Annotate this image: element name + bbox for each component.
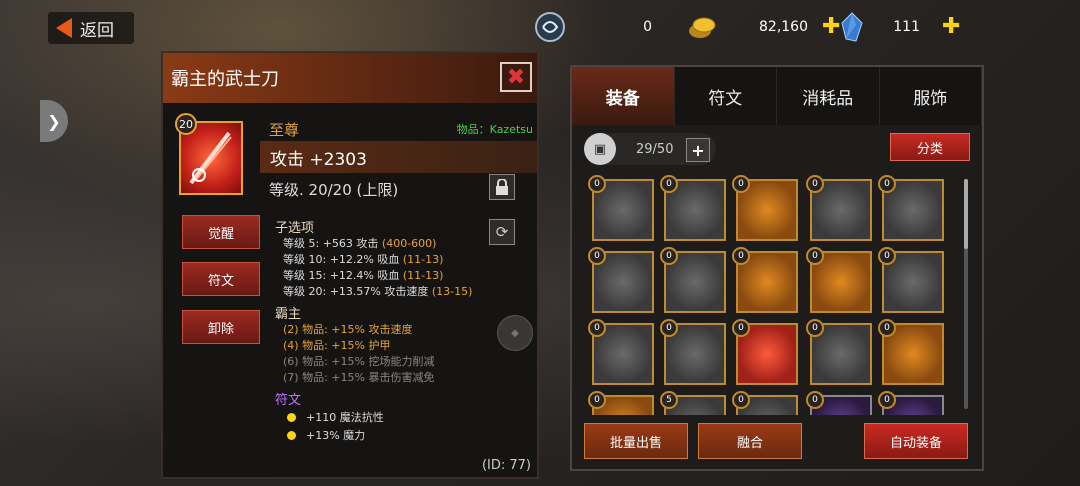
item-detail-panel: 霸主的武士刀 ✖ 20 至尊 物品：Kazetsu 攻击 +2303 等级. 2…: [161, 51, 539, 479]
back-button[interactable]: 返回: [48, 12, 134, 44]
rune-button[interactable]: 符文: [182, 262, 260, 296]
crystal-resource: 111 ✚: [838, 10, 960, 44]
attack-stat: 攻击 +2303: [260, 141, 537, 173]
inventory-slot[interactable]: 0: [732, 391, 798, 415]
inventory-slot[interactable]: 0: [806, 175, 872, 241]
rune-title: 符文: [275, 393, 302, 408]
inventory-slot[interactable]: 5: [660, 391, 726, 415]
soul-orb-resource: 0: [534, 10, 652, 44]
back-arrow-icon: [56, 18, 72, 38]
inventory-slot[interactable]: 0: [732, 319, 798, 385]
sort-button[interactable]: 分类: [890, 133, 970, 161]
inventory-slot[interactable]: 0: [660, 175, 726, 241]
inventory-slot[interactable]: 0: [588, 247, 654, 313]
inventory-slot[interactable]: 0: [660, 319, 726, 385]
inventory-tabs: 装备 符文 消耗品 服饰: [572, 67, 982, 125]
inventory-slot[interactable]: 0: [732, 247, 798, 313]
set-bonus-line: (7) 物品: +15% 暴击伤害减免: [283, 371, 435, 384]
set-title: 霸主: [275, 307, 302, 322]
lock-button[interactable]: [489, 174, 515, 200]
item-rarity: 至尊: [269, 121, 300, 139]
soul-orb-value: 0: [643, 19, 652, 35]
inventory-panel: 装备 符文 消耗品 服饰 ▣ 29/50 + 分类 0 0 0 0 0 0 0 …: [570, 65, 984, 471]
rune-dot-icon: [287, 430, 296, 440]
inventory-slot[interactable]: 0: [588, 319, 654, 385]
rune-dot-icon: [287, 412, 296, 422]
inventory-slot[interactable]: 0: [732, 175, 798, 241]
inventory-scrollbar[interactable]: [964, 179, 968, 409]
awaken-button[interactable]: 觉醒: [182, 215, 260, 249]
item-title: 霸主的武士刀: [171, 69, 279, 90]
chest-icon: ▣: [584, 133, 616, 165]
refresh-button[interactable]: ⟳: [489, 219, 515, 245]
item-owner: 物品：Kazetsu: [456, 123, 533, 136]
set-bonus-line: (2) 物品: +15% 攻击速度: [283, 323, 413, 336]
inventory-slot[interactable]: 0: [878, 175, 944, 241]
suboption-line: 等级 5: +563 攻击 (400-600): [283, 237, 437, 250]
set-bonus-line: (4) 物品: +15% 护甲: [283, 339, 391, 352]
tab-consumables[interactable]: 消耗品: [777, 67, 880, 125]
merge-button[interactable]: 融合: [698, 423, 802, 459]
close-icon: ✖: [506, 64, 526, 90]
inventory-slot[interactable]: 0: [588, 175, 654, 241]
rune-line: +110 魔法抗性: [287, 409, 384, 425]
suboptions-title: 子选项: [275, 221, 315, 236]
inventory-slot[interactable]: 0: [878, 319, 944, 385]
set-bonus-line: (6) 物品: +15% 挖场能力削减: [283, 355, 435, 368]
set-emblem-icon: ◆: [497, 315, 533, 351]
inventory-slot[interactable]: 0: [660, 247, 726, 313]
gold-coin-icon: [689, 17, 716, 38]
inventory-grid: 0 0 0 0 0 0 0 0 0 0 0 0 0 0 0 0 5 0 0 0: [584, 173, 964, 415]
crystal-value: 111: [893, 19, 920, 35]
bulk-sell-button[interactable]: 批量出售: [584, 423, 688, 459]
inventory-slot[interactable]: 0: [878, 247, 944, 313]
add-crystal-icon[interactable]: ✚: [942, 16, 960, 38]
item-level-badge: 20: [175, 113, 197, 135]
suboption-line: 等级 20: +13.57% 攻击速度 (13-15): [283, 285, 473, 298]
item-header: 霸主的武士刀: [163, 53, 537, 103]
rune-line: +13% 魔力: [287, 427, 365, 443]
item-id: (ID: 77): [481, 458, 531, 473]
inventory-slot[interactable]: 0: [806, 247, 872, 313]
lock-icon: [496, 179, 508, 195]
scrollbar-thumb[interactable]: [964, 179, 968, 249]
inventory-slot[interactable]: 0: [588, 391, 654, 415]
item-level-text: 等级. 20/20 (上限): [269, 181, 399, 199]
inventory-slot[interactable]: 0: [878, 391, 944, 415]
close-button[interactable]: ✖: [500, 62, 532, 92]
suboption-line: 等级 10: +12.2% 吸血 (11-13): [283, 253, 444, 266]
refresh-icon: ⟳: [495, 223, 509, 241]
expand-capacity-button[interactable]: +: [686, 138, 710, 162]
tab-costumes[interactable]: 服饰: [879, 67, 982, 125]
suboption-line: 等级 15: +12.4% 吸血 (11-13): [283, 269, 444, 282]
back-label: 返回: [80, 20, 114, 41]
tab-equipment[interactable]: 装备: [572, 67, 675, 125]
remove-button[interactable]: 卸除: [182, 310, 260, 344]
auto-equip-button[interactable]: 自动装备: [864, 423, 968, 459]
soul-orb-icon: [535, 12, 565, 42]
tab-runes[interactable]: 符文: [674, 67, 777, 125]
inventory-slot[interactable]: 0: [806, 319, 872, 385]
gold-resource: 82,160 ✚: [686, 10, 840, 44]
capacity-value: 29/50: [636, 141, 674, 157]
crystal-icon: [841, 12, 863, 42]
inventory-slot[interactable]: 0: [806, 391, 872, 415]
gold-value: 82,160: [759, 19, 808, 35]
